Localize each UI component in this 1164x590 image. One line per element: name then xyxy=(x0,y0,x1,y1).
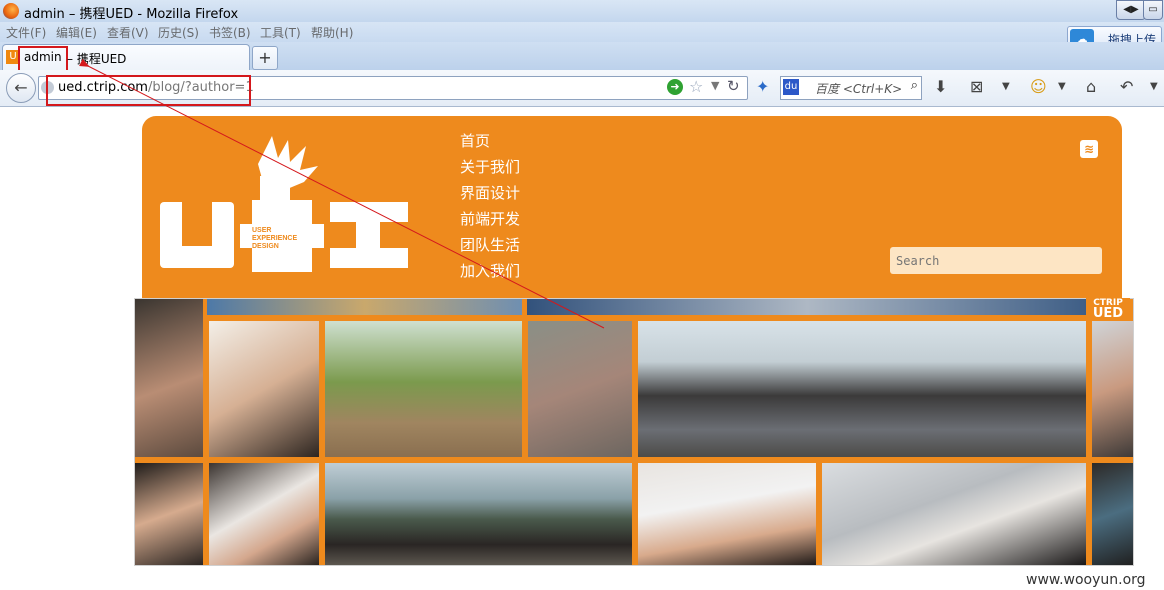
downloads-icon[interactable]: ⬇ xyxy=(934,77,947,96)
team-photo xyxy=(638,463,816,565)
nav-about[interactable]: 关于我们 xyxy=(460,156,520,182)
site-nav: 首页 关于我们 界面设计 前端开发 团队生活 加入我们 xyxy=(460,130,520,286)
tab-title-site: – 携程UED xyxy=(67,52,127,66)
team-photo xyxy=(209,321,319,457)
menu-file[interactable]: 文件(F) xyxy=(6,24,46,41)
undo-icon[interactable]: ↶ xyxy=(1120,77,1133,96)
badge-line-2: UED xyxy=(1092,306,1124,321)
screenshot-icon[interactable]: ⊠ xyxy=(970,77,983,96)
window-titlebar: admin – 携程UED - Mozilla Firefox ◀▶ ▭ xyxy=(0,0,1164,22)
addon-dropdown-icon[interactable]: ▼ xyxy=(1058,81,1066,92)
sky-strip-image xyxy=(207,299,522,315)
menu-view[interactable]: 查看(V) xyxy=(107,24,149,41)
sky-strip-image xyxy=(527,299,1087,315)
team-photo xyxy=(1092,463,1133,565)
team-photo-banner xyxy=(134,298,1134,566)
menu-bookmarks[interactable]: 书签(B) xyxy=(209,24,251,41)
history-dropdown-icon[interactable]: ▼ xyxy=(711,79,719,92)
highlight-box-url xyxy=(46,75,251,106)
team-photo xyxy=(528,321,632,457)
go-icon[interactable]: ➜ xyxy=(667,79,683,95)
site-search-input[interactable] xyxy=(890,247,1102,274)
team-group-photo xyxy=(638,321,1086,457)
logo-sub-1: USER xyxy=(252,227,271,234)
ctrip-ued-badge: CTRIP UED xyxy=(1086,298,1130,321)
watermark: www.wooyun.org xyxy=(1026,572,1146,588)
team-photo xyxy=(822,463,1086,565)
search-box[interactable]: du 百度 <Ctrl+K> ⌕ xyxy=(780,76,922,100)
new-tab-button[interactable]: + xyxy=(252,46,278,70)
logo-sub-2: EXPERIENCE xyxy=(252,235,297,242)
tab-active[interactable]: U admin – 携程UED xyxy=(2,44,250,72)
team-photo xyxy=(1092,321,1133,457)
search-engine-icon[interactable]: du xyxy=(783,79,799,95)
menu-dropdown-icon[interactable]: ▼ xyxy=(1150,81,1158,92)
smiley-addon-icon[interactable]: ☺ xyxy=(1030,77,1047,96)
ued-logo[interactable]: USER EXPERIENCE DESIGN xyxy=(160,136,410,276)
window-control-button[interactable]: ◀▶ xyxy=(1116,0,1146,20)
rss-icon[interactable]: ≋ xyxy=(1080,140,1098,158)
nav-team-life[interactable]: 团队生活 xyxy=(460,234,520,260)
addon-icon[interactable]: ✦ xyxy=(756,77,769,96)
highlight-box-tab xyxy=(18,46,68,72)
reload-icon[interactable]: ↻ xyxy=(727,77,740,95)
nav-frontend[interactable]: 前端开发 xyxy=(460,208,520,234)
team-photo xyxy=(325,463,632,565)
screenshot-dropdown-icon[interactable]: ▼ xyxy=(1002,81,1010,92)
tab-bar: U admin – 携程UED xyxy=(0,42,1164,72)
logo-sub-3: DESIGN xyxy=(252,243,279,250)
bookmark-star-icon[interactable]: ☆ xyxy=(689,77,703,96)
menu-help[interactable]: 帮助(H) xyxy=(311,24,353,41)
team-photo xyxy=(135,463,203,565)
team-photo xyxy=(209,463,319,565)
nav-join-us[interactable]: 加入我们 xyxy=(460,260,520,286)
menu-edit[interactable]: 编辑(E) xyxy=(56,24,97,41)
home-icon[interactable]: ⌂ xyxy=(1086,77,1096,96)
team-photo xyxy=(135,299,203,457)
nav-ui-design[interactable]: 界面设计 xyxy=(460,182,520,208)
menu-tools[interactable]: 工具(T) xyxy=(260,24,301,41)
nav-home[interactable]: 首页 xyxy=(460,130,520,156)
menu-history[interactable]: 历史(S) xyxy=(158,24,199,41)
firefox-icon xyxy=(3,3,19,19)
window-title: admin – 携程UED - Mozilla Firefox xyxy=(24,7,239,22)
back-button[interactable]: ← xyxy=(6,73,36,103)
search-icon[interactable]: ⌕ xyxy=(911,78,918,93)
team-photo xyxy=(325,321,522,457)
window-maximize-button[interactable]: ▭ xyxy=(1143,0,1163,20)
search-placeholder: 百度 <Ctrl+K> xyxy=(815,82,903,96)
site-header: USER EXPERIENCE DESIGN 首页 关于我们 界面设计 前端开发… xyxy=(142,116,1122,300)
menu-bar: 文件(F) 编辑(E) 查看(V) 历史(S) 书签(B) 工具(T) 帮助(H… xyxy=(0,22,1164,42)
